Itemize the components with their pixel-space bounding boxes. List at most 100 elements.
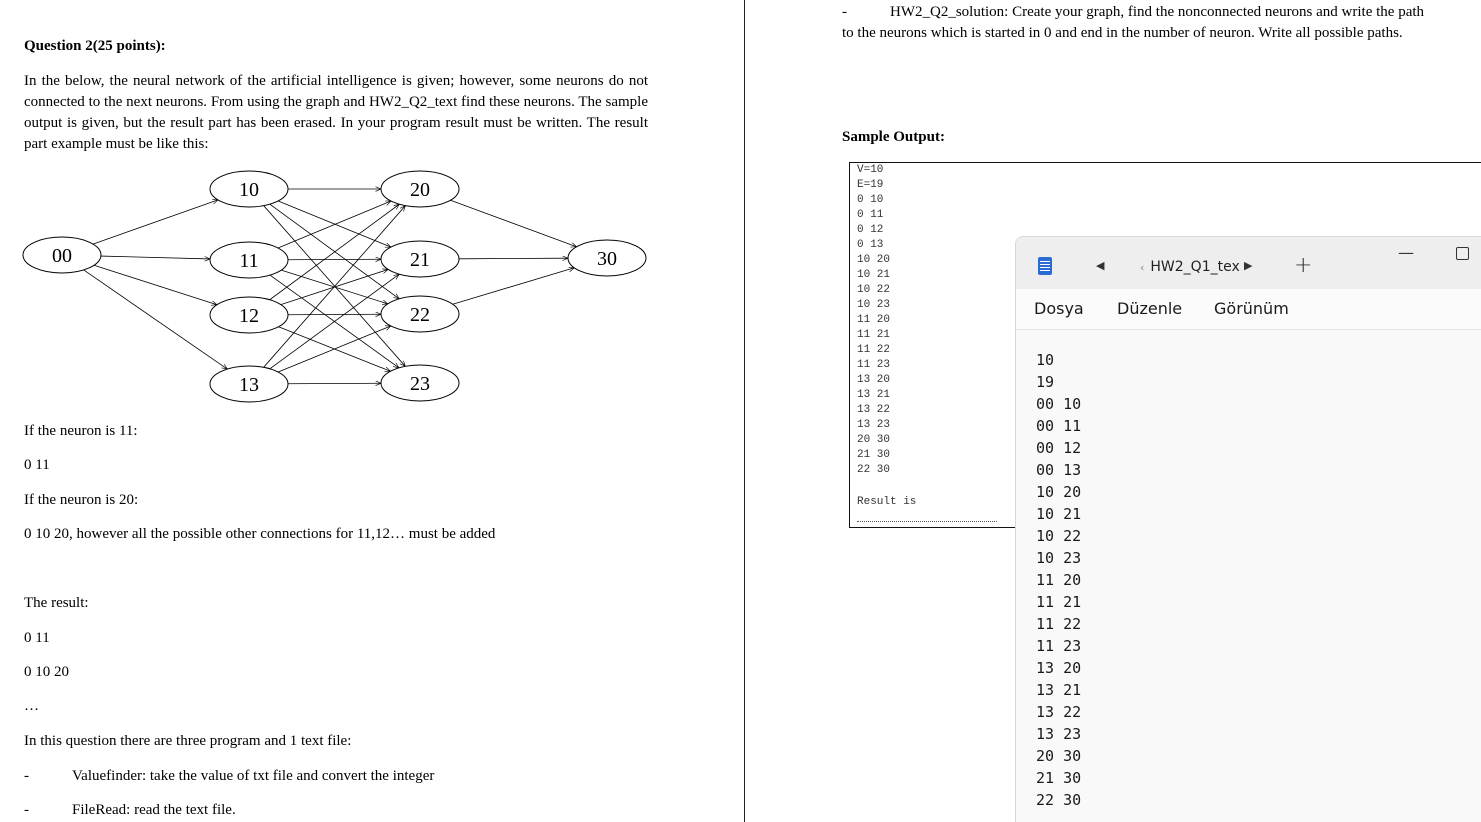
tab-left-arrow-icon[interactable]: ◀ xyxy=(1096,259,1104,272)
graph-node-label: 13 xyxy=(239,374,259,396)
code-line: 13 20 xyxy=(857,374,891,386)
notepad-line: 13 23 xyxy=(1036,725,1082,743)
notepad-line: 00 11 xyxy=(1036,417,1082,435)
code-line: 13 23 xyxy=(857,419,891,431)
tab-title: HW2_Q1_tex xyxy=(1150,259,1240,275)
solution-line-2: to the neurons which is started in 0 and… xyxy=(842,25,1403,41)
code-line: 0 13 xyxy=(857,239,884,251)
code-line: 11 22 xyxy=(857,344,891,356)
graph-edge xyxy=(100,255,210,259)
notepad-titlebar[interactable]: ◀ ‹ HW2_Q1_tex ▶ + — xyxy=(1016,237,1481,289)
notepad-line: 10 21 xyxy=(1036,505,1082,523)
notepad-line: 19 xyxy=(1036,373,1055,391)
notepad-line: 13 21 xyxy=(1036,681,1082,699)
maximize-icon[interactable] xyxy=(1456,247,1469,260)
notepad-line: 11 23 xyxy=(1036,637,1082,655)
graph-edge xyxy=(452,268,575,305)
bullet-dash: - xyxy=(24,768,29,784)
plus-icon[interactable]: + xyxy=(1294,253,1312,278)
notepad-line: 11 21 xyxy=(1036,593,1082,611)
code-line: 11 21 xyxy=(857,329,891,341)
result-ellipsis: … xyxy=(24,698,39,714)
graph-edge xyxy=(287,314,381,315)
code-line: 10 22 xyxy=(857,284,891,296)
graph-edge xyxy=(93,264,217,304)
notepad-line: 00 12 xyxy=(1036,439,1082,457)
neuron-20-path: 0 10 20, however all the possible other … xyxy=(24,526,496,542)
code-line: 0 12 xyxy=(857,224,884,236)
graph-edge xyxy=(287,383,381,384)
neuron-11-label: If the neuron is 11: xyxy=(24,423,138,439)
notepad-line: 10 20 xyxy=(1036,483,1082,501)
code-line: 0 10 xyxy=(857,194,884,206)
code-line: 13 22 xyxy=(857,404,891,416)
code-line: 22 30 xyxy=(857,464,891,476)
tab-right-arrow-icon[interactable]: ▶ xyxy=(1244,259,1252,272)
code-line: 13 21 xyxy=(857,389,891,401)
neural-network-graph: 00 10 11 12 13 20 21 22 23 30 xyxy=(22,170,647,403)
graph-edge xyxy=(92,200,218,245)
code-line: 11 23 xyxy=(857,359,891,371)
graph-node-label: 22 xyxy=(410,304,430,326)
notepad-line: 10 xyxy=(1036,351,1055,369)
menu-gorunum[interactable]: Görünüm xyxy=(1214,299,1289,318)
result-label: The result: xyxy=(24,595,89,611)
tab-prefix: ‹ xyxy=(1140,261,1145,274)
graph-edge xyxy=(450,199,576,247)
graph-edge xyxy=(269,274,399,370)
notepad-menubar: Dosya Düzenle Görünüm xyxy=(1016,289,1481,330)
notepad-line: 00 13 xyxy=(1036,461,1082,479)
notepad-line: 13 22 xyxy=(1036,703,1082,721)
sample-output-code: V=10 E=19 0 10 0 11 0 12 0 13 10 20 10 21 10 22 1… xyxy=(857,163,890,478)
graph-node-label: 11 xyxy=(239,250,258,272)
code-line: 10 21 xyxy=(857,269,891,281)
minimize-icon[interactable]: — xyxy=(1398,243,1414,262)
code-line: 10 20 xyxy=(857,254,891,266)
code-line: E=19 xyxy=(857,179,884,191)
graph-edge xyxy=(287,259,381,260)
notepad-text-area[interactable]: 10 19 00 10 00 11 00 12 00 13 10 20 10 21 10 22 1… xyxy=(1036,349,1081,811)
page-divider xyxy=(744,0,745,822)
menu-dosya[interactable]: Dosya xyxy=(1034,299,1084,318)
neuron-20-label: If the neuron is 20: xyxy=(24,492,139,508)
solution-line-1: HW2_Q2_solution: Create your graph, find… xyxy=(890,4,1425,20)
notepad-line: 10 22 xyxy=(1036,527,1082,545)
notepad-window[interactable]: ◀ ‹ HW2_Q1_tex ▶ + — Dosya Düzenle Görünü… xyxy=(1015,236,1481,822)
tab-hw2-q1-text[interactable]: ‹ HW2_Q1_tex xyxy=(1140,259,1240,275)
notepad-line: 20 30 xyxy=(1036,747,1082,765)
bullet-dash: - xyxy=(24,802,29,818)
code-line: 21 30 xyxy=(857,449,891,461)
bullet-dash: - xyxy=(842,4,847,20)
notepad-line: 22 30 xyxy=(1036,791,1082,809)
code-line: 0 11 xyxy=(857,209,884,221)
bullet-valuefinder: Valuefinder: take the value of txt file … xyxy=(72,768,435,784)
graph-edge xyxy=(458,258,568,259)
sample-output-label: Sample Output: xyxy=(842,129,945,145)
bullet-fileread: FileRead: read the text file. xyxy=(72,802,236,818)
code-line: 20 30 xyxy=(857,434,891,446)
notepad-line: 13 20 xyxy=(1036,659,1082,677)
notepad-line: 11 20 xyxy=(1036,571,1082,589)
programs-intro: In this question there are three program… xyxy=(24,733,352,749)
code-line: V=10 xyxy=(857,164,884,176)
graph-node-label: 10 xyxy=(239,179,259,201)
graph-node-label: 30 xyxy=(597,248,617,270)
menu-duzenle[interactable]: Düzenle xyxy=(1117,299,1182,318)
result-line-2: 0 10 20 xyxy=(24,664,69,680)
notepad-line: 00 10 xyxy=(1036,395,1082,413)
result-is-text: Result is xyxy=(857,496,917,508)
notepad-icon xyxy=(1038,257,1052,275)
neuron-11-path: 0 11 xyxy=(24,457,50,473)
graph-node-label: 23 xyxy=(410,373,430,395)
code-line: 11 20 xyxy=(857,314,891,326)
notepad-line: 21 30 xyxy=(1036,769,1082,787)
result-line-1: 0 11 xyxy=(24,630,50,646)
graph-node-label: 21 xyxy=(410,249,430,271)
notepad-line: 10 23 xyxy=(1036,549,1082,567)
graph-node-label: 12 xyxy=(239,305,259,327)
graph-node-label: 00 xyxy=(52,245,72,267)
notepad-line: 11 22 xyxy=(1036,615,1082,633)
result-dotted-line xyxy=(857,521,997,522)
graph-edge xyxy=(278,326,391,373)
graph-node-label: 20 xyxy=(410,179,430,201)
